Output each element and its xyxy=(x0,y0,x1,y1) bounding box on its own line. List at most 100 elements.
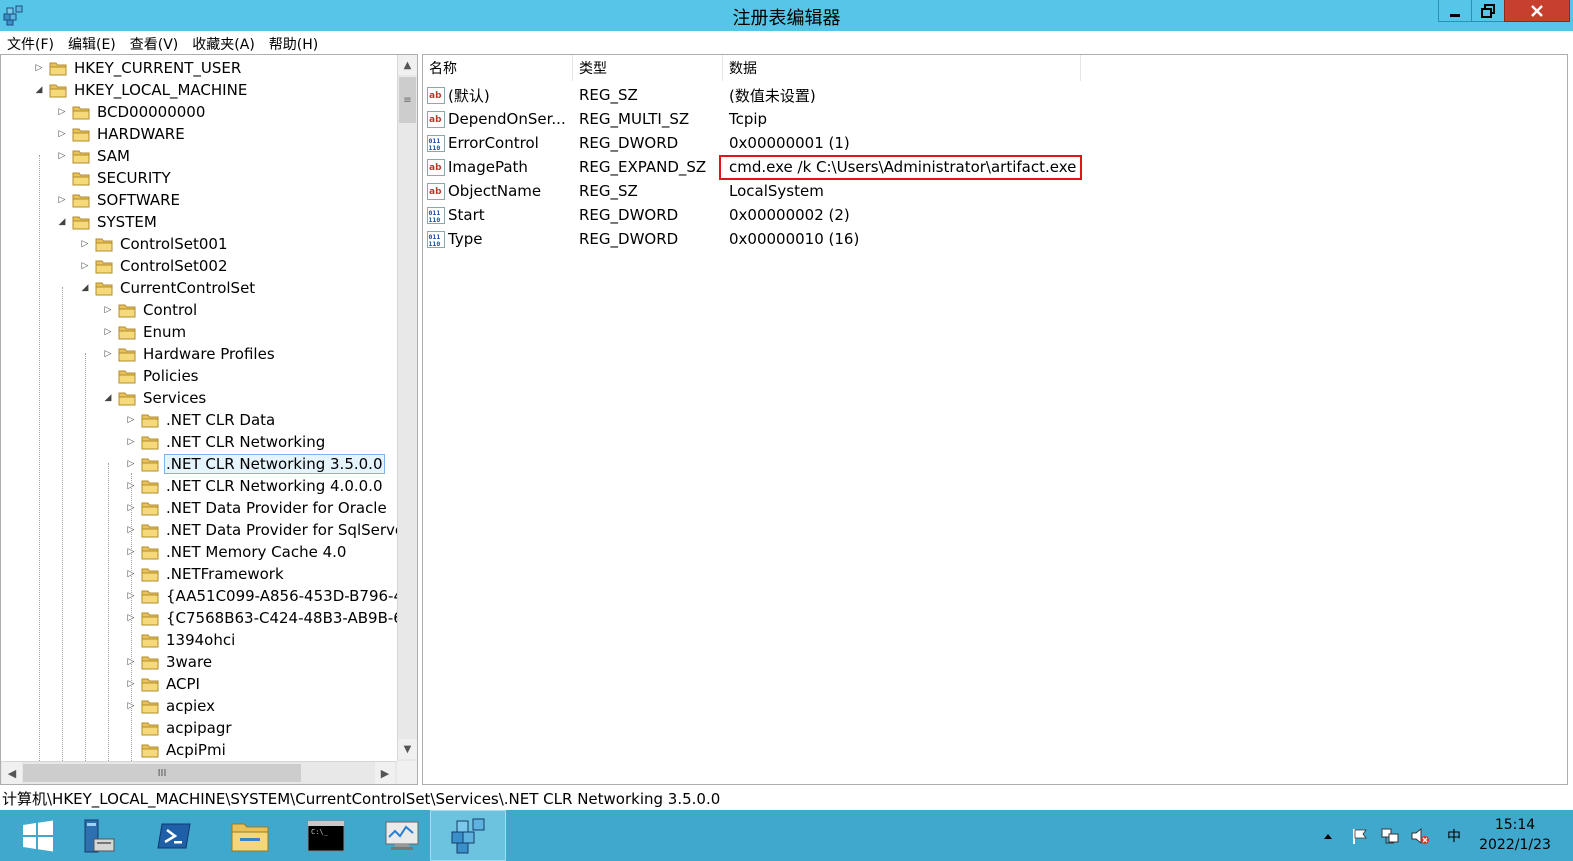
volume-tray[interactable] xyxy=(1408,810,1432,861)
tree-item-label[interactable]: Control xyxy=(141,300,199,320)
scroll-right-button[interactable]: ▶ xyxy=(375,762,395,784)
tree-item[interactable]: ▷ SAM xyxy=(56,145,132,167)
tree-item-label[interactable]: HARDWARE xyxy=(95,124,187,144)
tree-item-label[interactable]: Policies xyxy=(141,366,200,386)
tree-item[interactable]: ▷ SOFTWARE xyxy=(56,189,182,211)
expand-arrow-icon[interactable]: ▷ xyxy=(125,436,137,448)
tree-item[interactable]: SECURITY xyxy=(56,167,173,189)
tree-item-label[interactable]: .NET Memory Cache 4.0 xyxy=(164,542,348,562)
collapse-arrow-icon[interactable]: ◢ xyxy=(102,392,114,404)
tree-item-label[interactable]: Enum xyxy=(141,322,188,342)
menu-edit[interactable]: 编辑(E) xyxy=(61,31,123,53)
tree-item-label[interactable]: Services xyxy=(141,388,208,408)
network-tray[interactable] xyxy=(1378,810,1402,861)
tree-item-label[interactable]: .NET CLR Networking xyxy=(164,432,327,452)
tree-item[interactable]: AcpiPmi xyxy=(125,739,228,761)
expand-arrow-icon[interactable]: ▷ xyxy=(33,62,45,74)
value-name-cell[interactable]: ab DependOnSer... xyxy=(423,110,573,128)
clock[interactable]: 15:14 2022/1/23 xyxy=(1470,815,1560,855)
tree-item[interactable]: ▷ {AA51C099-A856-453D-B796-4 xyxy=(125,585,397,607)
action-center-tray[interactable] xyxy=(1348,810,1372,861)
tree-item-label[interactable]: BCD00000000 xyxy=(95,102,207,122)
ime-indicator[interactable]: 中 xyxy=(1440,810,1468,861)
tree-item-label[interactable]: ControlSet002 xyxy=(118,256,229,276)
tree-item-label[interactable]: AcpiPmi xyxy=(164,740,228,760)
tree-item[interactable]: ◢ CurrentControlSet xyxy=(79,277,257,299)
scroll-down-button[interactable]: ▼ xyxy=(398,739,417,759)
tree-item-label[interactable]: .NETFramework xyxy=(164,564,286,584)
tree-item[interactable]: ▷ {C7568B63-C424-48B3-AB9B-6D xyxy=(125,607,397,629)
scroll-up-button[interactable]: ▲ xyxy=(398,55,417,75)
tree-item[interactable]: ▷ BCD00000000 xyxy=(56,101,207,123)
menu-view[interactable]: 查看(V) xyxy=(123,31,186,53)
menu-help[interactable]: 帮助(H) xyxy=(262,31,325,53)
expand-arrow-icon[interactable]: ▷ xyxy=(102,304,114,316)
expand-arrow-icon[interactable]: ▷ xyxy=(56,194,68,206)
tree-item-label[interactable]: 1394ohci xyxy=(164,630,237,650)
collapse-arrow-icon[interactable]: ◢ xyxy=(33,84,45,96)
tree-item[interactable]: ▷ 3ware xyxy=(125,651,214,673)
tree-item[interactable]: ▷ Enum xyxy=(102,321,188,343)
tree-item-label[interactable]: HKEY_CURRENT_USER xyxy=(72,58,243,78)
tree-item[interactable]: ▷ .NET Data Provider for SqlServe xyxy=(125,519,397,541)
value-row[interactable]: ab ObjectName REG_SZ LocalSystem xyxy=(423,179,824,203)
scroll-left-button[interactable]: ◀ xyxy=(2,762,22,784)
tree-item-label[interactable]: Hardware Profiles xyxy=(141,344,277,364)
tree-item-label[interactable]: SYSTEM xyxy=(95,212,159,232)
column-name[interactable]: 名称 xyxy=(423,55,573,81)
tree-item[interactable]: ▷ HKEY_CURRENT_USER xyxy=(33,57,243,79)
tree-item-label[interactable]: SAM xyxy=(95,146,132,166)
expand-arrow-icon[interactable]: ▷ xyxy=(56,128,68,140)
scroll-thumb[interactable]: ≡ xyxy=(399,77,416,123)
tree-item[interactable]: ▷ ControlSet001 xyxy=(79,233,229,255)
tree-item[interactable]: ▷ .NETFramework xyxy=(125,563,286,585)
expand-arrow-icon[interactable]: ▷ xyxy=(79,260,91,272)
expand-arrow-icon[interactable]: ▷ xyxy=(102,326,114,338)
tree-item[interactable]: acpipagr xyxy=(125,717,234,739)
tree-item[interactable]: ▷ .NET CLR Data xyxy=(125,409,277,431)
tree-item-label[interactable]: CurrentControlSet xyxy=(118,278,257,298)
hscroll-thumb[interactable]: III xyxy=(23,764,301,782)
taskbar-server-manager[interactable] xyxy=(60,810,136,861)
collapse-arrow-icon[interactable]: ◢ xyxy=(79,282,91,294)
tree-item[interactable]: ▷ .NET Memory Cache 4.0 xyxy=(125,541,348,563)
tree-item[interactable]: ▷ .NET CLR Networking 4.0.0.0 xyxy=(125,475,385,497)
value-name-cell[interactable]: 011 110 ErrorControl xyxy=(423,134,573,152)
value-row[interactable]: ab (默认) REG_SZ (数值未设置) xyxy=(423,83,816,107)
tree-item[interactable]: ▷ Hardware Profiles xyxy=(102,343,277,365)
tree-item[interactable]: ▷ .NET CLR Networking xyxy=(125,431,327,453)
tree-item-label[interactable]: .NET CLR Data xyxy=(164,410,277,430)
menu-favorites[interactable]: 收藏夹(A) xyxy=(185,31,262,53)
value-name-cell[interactable]: ab (默认) xyxy=(423,85,573,106)
taskbar-powershell[interactable] xyxy=(136,810,212,861)
tree-item-label[interactable]: .NET CLR Networking 3.5.0.0 xyxy=(164,454,385,474)
close-button[interactable] xyxy=(1504,0,1570,22)
tree-horizontal-scrollbar[interactable]: ◀ III ▶ xyxy=(1,761,397,784)
tree-item-label[interactable]: ControlSet001 xyxy=(118,234,229,254)
tree-item-label[interactable]: {AA51C099-A856-453D-B796-4 xyxy=(164,586,397,606)
registry-tree[interactable]: ▷ HKEY_CURRENT_USER ◢ HKEY_LOCAL_MACHINE ▷ BC… xyxy=(0,54,418,785)
tree-item-label[interactable]: acpipagr xyxy=(164,718,234,738)
tree-item[interactable]: ▷ .NET CLR Networking 3.5.0.0 xyxy=(125,453,385,475)
tree-item[interactable]: ◢ Services xyxy=(102,387,208,409)
value-row[interactable]: 011 110 ErrorControl REG_DWORD 0x00000001 (1… xyxy=(423,131,850,155)
menu-file[interactable]: 文件(F) xyxy=(0,31,61,53)
tree-item-label[interactable]: .NET Data Provider for Oracle xyxy=(164,498,389,518)
expand-arrow-icon[interactable]: ▷ xyxy=(102,348,114,360)
expand-arrow-icon[interactable]: ▷ xyxy=(56,150,68,162)
tree-item[interactable]: ▷ ControlSet002 xyxy=(79,255,229,277)
show-hidden-icons-button[interactable] xyxy=(1318,810,1338,861)
tree-item-label[interactable]: {C7568B63-C424-48B3-AB9B-6D xyxy=(164,608,397,628)
expand-arrow-icon[interactable]: ▷ xyxy=(56,106,68,118)
tree-item[interactable]: ▷ ACPI xyxy=(125,673,202,695)
expand-arrow-icon[interactable]: ▷ xyxy=(79,238,91,250)
value-name-cell[interactable]: 011 110 Type xyxy=(423,230,573,248)
column-type[interactable]: 类型 xyxy=(573,55,723,81)
tree-item[interactable]: ◢ SYSTEM xyxy=(56,211,159,233)
tree-item[interactable]: ◢ HKEY_LOCAL_MACHINE xyxy=(33,79,249,101)
tree-vertical-scrollbar[interactable]: ▲ ≡ ▼ xyxy=(397,55,417,761)
tree-item[interactable]: Policies xyxy=(102,365,200,387)
taskbar-regedit[interactable] xyxy=(430,810,506,861)
value-name-cell[interactable]: ab ObjectName xyxy=(423,182,573,200)
tree-item-label[interactable]: 3ware xyxy=(164,652,214,672)
